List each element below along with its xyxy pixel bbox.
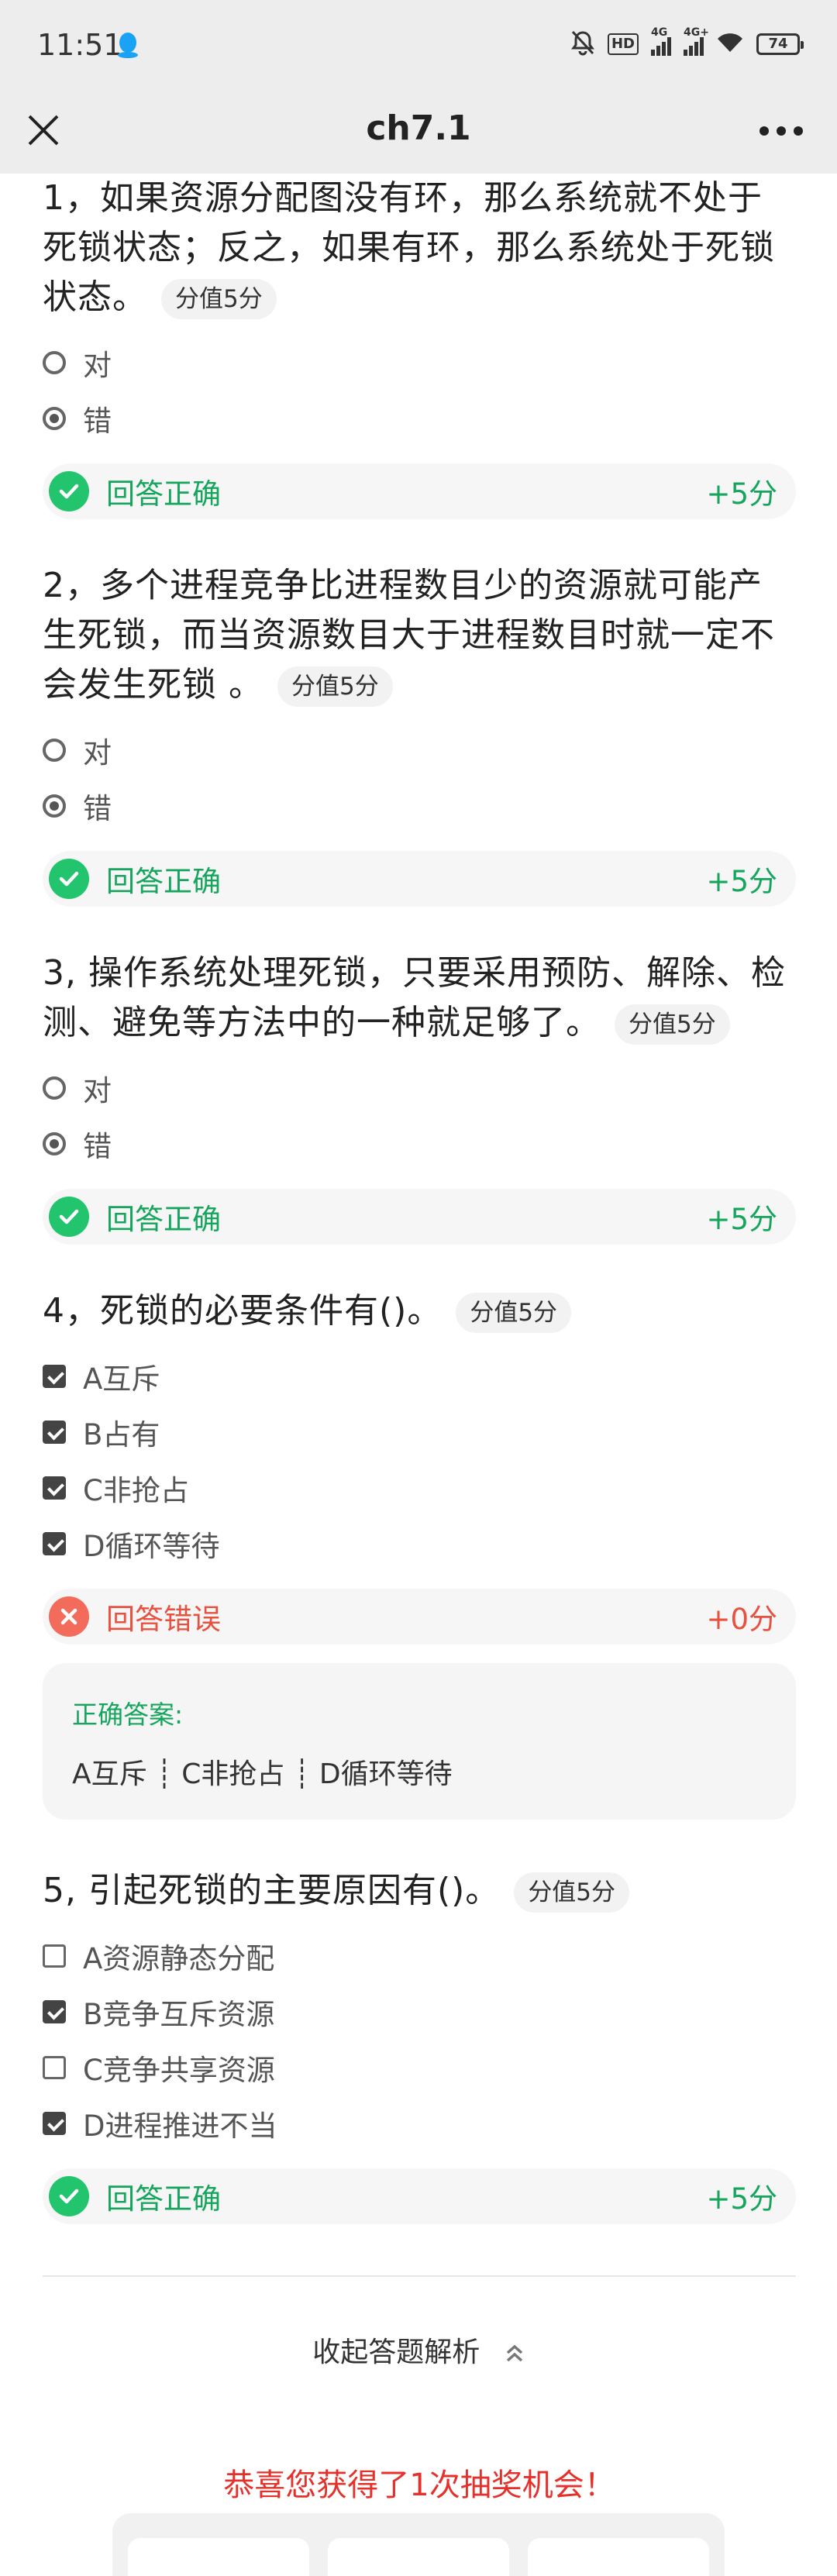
score-badge: 分值5分 xyxy=(514,1872,630,1913)
result-text: 回答正确 xyxy=(106,865,221,898)
check-circle-icon xyxy=(49,1197,89,1237)
radio-button[interactable] xyxy=(43,1076,66,1100)
check-circle-icon xyxy=(49,2176,89,2216)
radio-button-selected[interactable] xyxy=(43,1132,66,1155)
result-bar: 回答正确 +5分 xyxy=(43,2168,796,2224)
hd-badge: HD xyxy=(607,33,639,55)
question-5: 5, 引起死锁的主要原因有()。 分值5分 A资源静态分配 B竞争互斥资源 C竞争… xyxy=(43,1866,796,2224)
result-points: +5分 xyxy=(706,2182,777,2216)
question-4: 4，死锁的必要条件有()。 分值5分 A互斥 B占有 C非抢占 D循环等待 回答错… xyxy=(43,1286,796,1820)
result-text: 回答错误 xyxy=(106,1603,221,1636)
question-2: 2，多个进程竞争比进程数目少的资源就可能产生死锁，而当资源数目大于进程数目时就一… xyxy=(43,561,796,907)
checkbox[interactable] xyxy=(43,2056,66,2079)
lottery-card-1[interactable] xyxy=(128,2538,309,2576)
option-false[interactable]: 错 xyxy=(43,391,796,446)
double-chevron-up-icon xyxy=(506,2344,522,2362)
question-text: 3, 操作系统处理死锁，只要采用预防、解除、检测、避免等方法中的一种就足够了。分… xyxy=(43,949,796,1048)
result-bar: 回答正确 +5分 xyxy=(43,1189,796,1245)
checkbox-checked[interactable] xyxy=(43,1476,66,1500)
result-bar: 回答错误 +0分 xyxy=(43,1589,796,1644)
option-false[interactable]: 错 xyxy=(43,1116,796,1172)
option-b[interactable]: B占有 xyxy=(43,1404,796,1460)
check-circle-icon xyxy=(49,859,89,899)
wifi-icon xyxy=(716,32,744,57)
option-true[interactable]: 对 xyxy=(43,335,796,391)
correct-answer-box: 正确答案: A互斥 ┊ C非抢占 ┊ D循环等待 xyxy=(43,1663,796,1820)
question-text: 5, 引起死锁的主要原因有()。 分值5分 xyxy=(43,1866,796,1916)
lottery-card-2[interactable] xyxy=(328,2538,509,2576)
qq-notification-icon xyxy=(116,31,140,62)
result-text: 回答正确 xyxy=(106,1203,221,1236)
option-d[interactable]: D进程推进不当 xyxy=(43,2096,796,2151)
result-text: 回答正确 xyxy=(106,477,221,511)
score-badge: 分值5分 xyxy=(456,1293,572,1333)
nav-bar: ch7.1 xyxy=(0,91,837,174)
checkbox-checked[interactable] xyxy=(43,2112,66,2135)
signal-4g-plus-icon: 4G+ xyxy=(684,26,709,56)
option-false[interactable]: 错 xyxy=(43,778,796,834)
option-true[interactable]: 对 xyxy=(43,722,796,778)
question-3: 3, 操作系统处理死锁，只要采用预防、解除、检测、避免等方法中的一种就足够了。分… xyxy=(43,949,796,1245)
result-points: +0分 xyxy=(706,1603,777,1636)
radio-button-selected[interactable] xyxy=(43,407,66,430)
option-a[interactable]: A资源静态分配 xyxy=(43,1928,796,1984)
battery-icon: 74 xyxy=(756,33,804,55)
lottery-card-3[interactable] xyxy=(528,2538,709,2576)
correct-answer-label: 正确答案: xyxy=(72,1700,184,1730)
check-circle-icon xyxy=(49,471,89,511)
option-c[interactable]: C非抢占 xyxy=(43,1460,796,1516)
score-badge: 分值5分 xyxy=(615,1004,730,1045)
collapse-analysis-button[interactable]: 收起答题解析 xyxy=(43,2330,796,2370)
radio-button-selected[interactable] xyxy=(43,794,66,818)
question-text: 4，死锁的必要条件有()。 分值5分 xyxy=(43,1286,796,1336)
result-bar: 回答正确 +5分 xyxy=(43,851,796,907)
lottery-message: 恭喜您获得了1次抽奖机会！ xyxy=(223,2468,615,2503)
signal-4g-icon: 4G xyxy=(651,26,671,56)
result-text: 回答正确 xyxy=(106,2182,221,2216)
checkbox-checked[interactable] xyxy=(43,1365,66,1388)
result-points: +5分 xyxy=(706,477,777,511)
question-text: 2，多个进程竞争比进程数目少的资源就可能产生死锁，而当资源数目大于进程数目时就一… xyxy=(43,561,796,710)
option-b[interactable]: B竞争互斥资源 xyxy=(43,1984,796,2040)
result-points: +5分 xyxy=(706,865,777,898)
correct-answer-value: A互斥 ┊ C非抢占 ┊ D循环等待 xyxy=(72,1758,453,1790)
status-bar: 11:51 HD 4G 4G+ 74 xyxy=(0,0,837,91)
quiz-content: 1，如果资源分配图没有环，那么系统就不处于死锁状态；反之，如果有环，那么系统处于… xyxy=(43,174,796,2505)
score-badge: 分值5分 xyxy=(277,666,393,707)
option-a[interactable]: A互斥 xyxy=(43,1348,796,1404)
status-time: 11:51 xyxy=(37,28,122,62)
radio-button[interactable] xyxy=(43,739,66,762)
score-badge: 分值5分 xyxy=(161,279,277,319)
option-c[interactable]: C竞争共享资源 xyxy=(43,2040,796,2096)
question-1: 1，如果资源分配图没有环，那么系统就不处于死锁状态；反之，如果有环，那么系统处于… xyxy=(43,174,796,519)
result-points: +5分 xyxy=(706,1203,777,1236)
cross-circle-icon xyxy=(49,1596,89,1637)
checkbox[interactable] xyxy=(43,1944,66,1968)
checkbox-checked[interactable] xyxy=(43,1532,66,1555)
divider xyxy=(43,2275,796,2277)
lottery-cards xyxy=(112,2513,725,2576)
page-title: ch7.1 xyxy=(366,108,471,148)
more-dots-icon[interactable] xyxy=(760,119,806,143)
checkbox-checked[interactable] xyxy=(43,1421,66,1444)
option-d[interactable]: D循环等待 xyxy=(43,1516,796,1572)
checkbox-checked[interactable] xyxy=(43,2000,66,2023)
result-bar: 回答正确 +5分 xyxy=(43,463,796,519)
question-text: 1，如果资源分配图没有环，那么系统就不处于死锁状态；反之，如果有环，那么系统处于… xyxy=(43,174,796,322)
mute-bell-icon xyxy=(570,29,595,59)
radio-button[interactable] xyxy=(43,351,66,374)
option-true[interactable]: 对 xyxy=(43,1060,796,1116)
